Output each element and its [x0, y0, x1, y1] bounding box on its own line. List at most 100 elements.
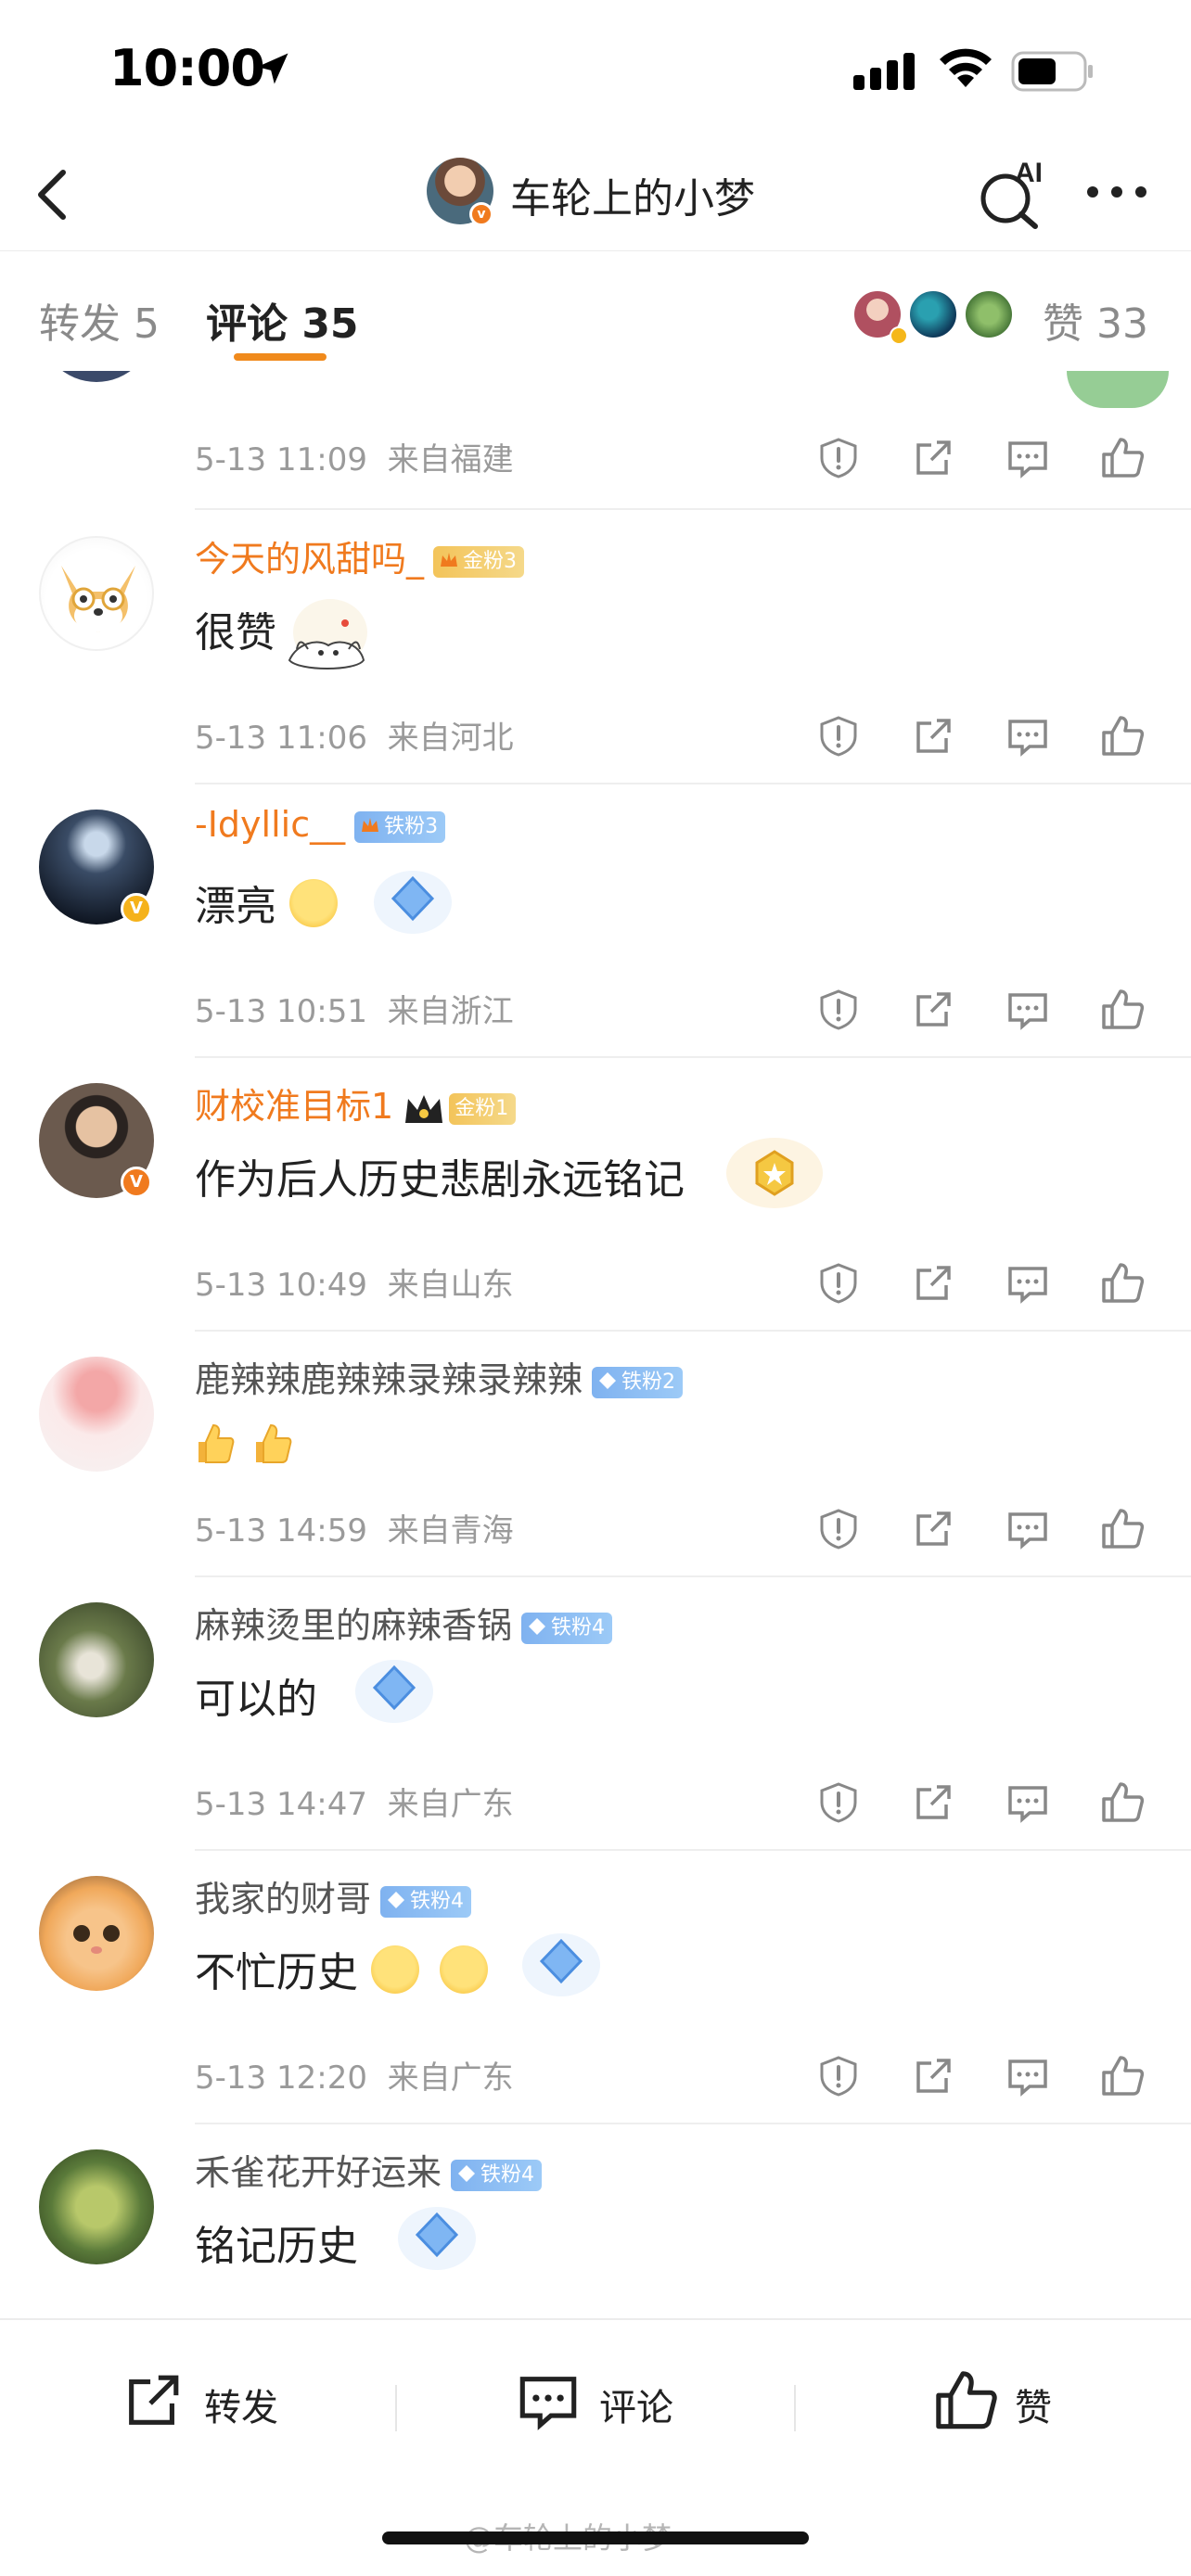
- comment-username[interactable]: 我家的财哥 铁粉4: [195, 1870, 472, 1921]
- comment-text-content: 漂亮: [195, 883, 276, 930]
- comment-item-partial: 5-13 11:09 来自福建: [0, 371, 1191, 510]
- report-icon[interactable]: [816, 436, 861, 480]
- avatar[interactable]: [39, 536, 154, 651]
- share-icon[interactable]: [911, 436, 955, 480]
- comment-meta: 5-13 10:51 来自浙江: [195, 986, 514, 1031]
- home-indicator[interactable]: [382, 2531, 809, 2544]
- fan-badge[interactable]: 铁粉4: [451, 2159, 543, 2191]
- like-thumb-icon[interactable]: [1100, 1780, 1145, 1825]
- comment-item[interactable]: 鹿辣辣鹿辣辣录辣录辣辣 铁粉2 5-13 14:59 来自青海: [0, 1331, 1191, 1577]
- username-text[interactable]: 禾雀花开好运来: [195, 2152, 442, 2193]
- liker-avatar: [907, 288, 959, 340]
- comment-username[interactable]: 麻辣烫里的麻辣香锅 铁粉4: [195, 1597, 613, 1648]
- comment-item[interactable]: V -Idyllic__ 铁粉3 漂亮 5-13 10:51 来自浙江: [0, 784, 1191, 1058]
- comment-time: 5-13 10:49: [195, 1267, 367, 1304]
- diamond-sticker-icon: [355, 1660, 433, 1723]
- fan-badge[interactable]: 金粉3: [433, 545, 525, 578]
- comment-username[interactable]: 今天的风甜吗_ 金粉3: [195, 530, 525, 581]
- author-name[interactable]: 车轮上的小梦: [510, 165, 755, 224]
- share-icon[interactable]: [911, 714, 955, 759]
- comment-username[interactable]: 禾雀花开好运来 铁粉4: [195, 2144, 543, 2195]
- username-text[interactable]: 今天的风甜吗_: [195, 539, 424, 580]
- comment-time: 5-13 11:06: [195, 720, 367, 757]
- comment-username[interactable]: 财校准目标1 金粉1: [195, 1078, 517, 1129]
- comment-location: 来自山东: [387, 1267, 514, 1304]
- comment-actions: [816, 1507, 1150, 1553]
- share-icon[interactable]: [911, 2054, 955, 2098]
- avatar[interactable]: [39, 1357, 154, 1472]
- separator: [395, 2385, 397, 2431]
- comment-meta: 5-13 11:06 来自河北: [195, 712, 514, 758]
- like-thumb-icon[interactable]: [1100, 714, 1145, 759]
- verified-badge-icon: [890, 326, 908, 345]
- like-thumb-icon[interactable]: [1100, 436, 1145, 480]
- liker-avatar: [852, 288, 908, 345]
- reply-comment-icon[interactable]: [1005, 436, 1050, 480]
- comment-text: 漂亮: [195, 873, 338, 932]
- like-thumb-icon: [936, 2371, 997, 2429]
- repost-button[interactable]: 转发: [121, 2368, 306, 2433]
- back-chevron-icon[interactable]: [26, 165, 82, 224]
- reply-comment-icon[interactable]: [1005, 2054, 1050, 2098]
- liker-avatars[interactable]: [852, 288, 1018, 345]
- report-icon[interactable]: [816, 1507, 861, 1551]
- comment-button[interactable]: 评论: [516, 2368, 701, 2433]
- avatar[interactable]: [39, 1876, 154, 1991]
- report-icon[interactable]: [816, 714, 861, 759]
- report-icon[interactable]: [816, 2054, 861, 2098]
- avatar[interactable]: [39, 2149, 154, 2264]
- comment-text-content: 作为后人历史悲剧永远铭记: [195, 1156, 685, 1204]
- username-text[interactable]: 麻辣烫里的麻辣香锅: [195, 1605, 512, 1646]
- laughing-emoji-icon: [289, 879, 338, 927]
- comment-username[interactable]: -Idyllic__ 铁粉3: [195, 804, 446, 845]
- tab-comments[interactable]: 评论 35: [206, 290, 359, 350]
- username-text[interactable]: 鹿辣辣鹿辣辣录辣录辣辣: [195, 1359, 583, 1400]
- like-thumb-icon[interactable]: [1100, 2054, 1145, 2098]
- reply-comment-icon[interactable]: [1005, 1261, 1050, 1306]
- comment-item[interactable]: 今天的风甜吗_ 金粉3 很赞 5-13 11:06 来自河北: [0, 510, 1191, 784]
- comment-list[interactable]: 5-13 11:09 来自福建 今天的风甜吗_ 金粉3 很赞 5-13 11:0…: [0, 371, 1191, 2318]
- like-thumb-icon[interactable]: [1100, 1507, 1145, 1551]
- share-icon[interactable]: [911, 1507, 955, 1551]
- fan-badge[interactable]: 铁粉4: [380, 1885, 472, 1918]
- comment-text: 作为后人历史悲剧永远铭记: [195, 1146, 685, 1205]
- comment-item[interactable]: V 财校准目标1 金粉1 作为后人历史悲剧永远铭记 5-13 10:49 来自山东: [0, 1057, 1191, 1332]
- username-text[interactable]: -Idyllic__: [195, 804, 345, 845]
- tab-repost[interactable]: 转发 5: [39, 290, 160, 350]
- reply-comment-icon[interactable]: [1005, 1780, 1050, 1825]
- report-icon[interactable]: [816, 1780, 861, 1825]
- share-icon[interactable]: [911, 1261, 955, 1306]
- share-icon[interactable]: [911, 1780, 955, 1825]
- fan-badge[interactable]: 金粉1: [449, 1092, 517, 1125]
- report-icon[interactable]: [816, 988, 861, 1032]
- username-text[interactable]: 我家的财哥: [195, 1879, 371, 1919]
- comment-item[interactable]: 麻辣烫里的麻辣香锅 铁粉4 可以的 5-13 14:47 来自广东: [0, 1576, 1191, 1851]
- fan-badge-text: 铁粉4: [480, 2162, 535, 2187]
- comment-meta: 5-13 10:49 来自山东: [195, 1259, 514, 1305]
- fan-badge[interactable]: 铁粉2: [592, 1366, 684, 1398]
- like-thumb-icon[interactable]: [1100, 1261, 1145, 1306]
- reply-comment-icon[interactable]: [1005, 1507, 1050, 1551]
- comment-text: 很赞: [195, 599, 276, 658]
- ai-search-icon[interactable]: AI: [974, 152, 1048, 230]
- share-icon[interactable]: [911, 988, 955, 1032]
- diamond-icon: [458, 2164, 476, 2182]
- comment-username[interactable]: 鹿辣辣鹿辣辣录辣录辣辣 铁粉2: [195, 1351, 684, 1402]
- more-options-icon[interactable]: [1083, 178, 1150, 206]
- reply-comment-icon[interactable]: [1005, 714, 1050, 759]
- wifi-icon: [940, 48, 992, 87]
- reply-comment-icon[interactable]: [1005, 988, 1050, 1032]
- fan-badge[interactable]: 铁粉4: [521, 1612, 613, 1644]
- comment-item[interactable]: 禾雀花开好运来 铁粉4 铭记历史: [0, 2123, 1191, 2318]
- report-icon[interactable]: [816, 1261, 861, 1306]
- avatar[interactable]: [39, 1602, 154, 1717]
- username-text[interactable]: 财校准目标1: [195, 1086, 393, 1127]
- like-button[interactable]: 赞: [933, 2368, 1082, 2433]
- comment-actions: [816, 988, 1150, 1034]
- comment-item[interactable]: 我家的财哥 铁粉4 不忙历史 5-13 12:20 来自广东: [0, 1850, 1191, 2124]
- diamond-icon: [599, 1371, 617, 1389]
- gold-medal-sticker-icon: [726, 1138, 823, 1208]
- tab-likes[interactable]: 赞 33: [1043, 290, 1148, 350]
- fan-badge[interactable]: 铁粉3: [354, 810, 446, 843]
- like-thumb-icon[interactable]: [1100, 988, 1145, 1032]
